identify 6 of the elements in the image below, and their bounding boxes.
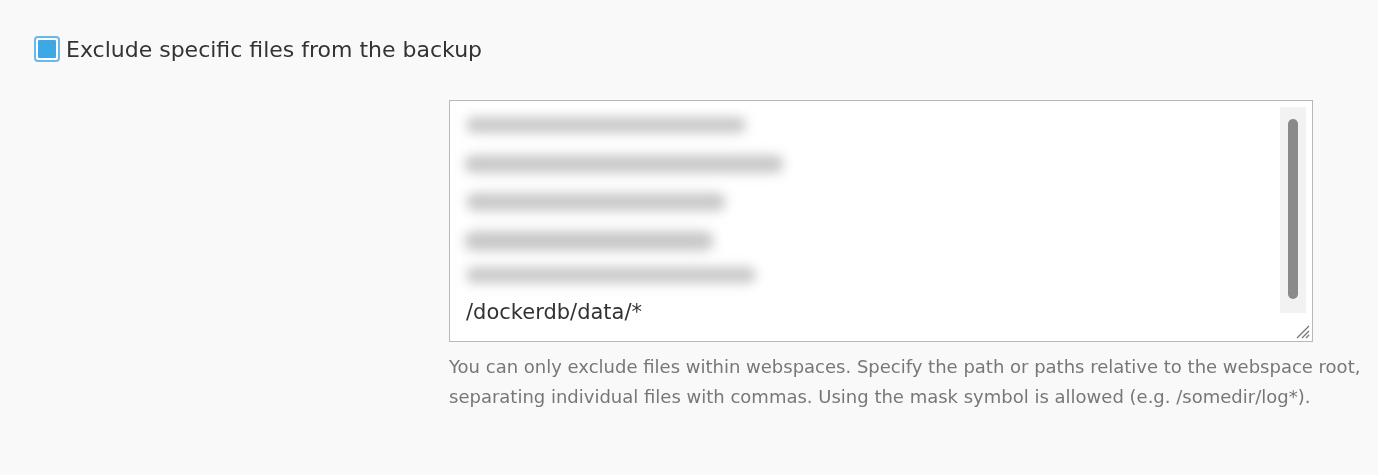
help-text: You can only exclude files within webspaces. Specify the path or paths relative to the webspace root, separating individual files with commas. Using the mask symbol is allowed (e.g. /somedir/log*). (449, 355, 1362, 409)
textarea-field[interactable]: /dockerdb/data/* (449, 100, 1313, 342)
resize-handle-icon[interactable] (1294, 323, 1310, 339)
checkbox[interactable] (34, 36, 60, 62)
scrollbar[interactable] (1280, 107, 1306, 313)
option-label: Exclude specific files from the backup (66, 36, 483, 62)
